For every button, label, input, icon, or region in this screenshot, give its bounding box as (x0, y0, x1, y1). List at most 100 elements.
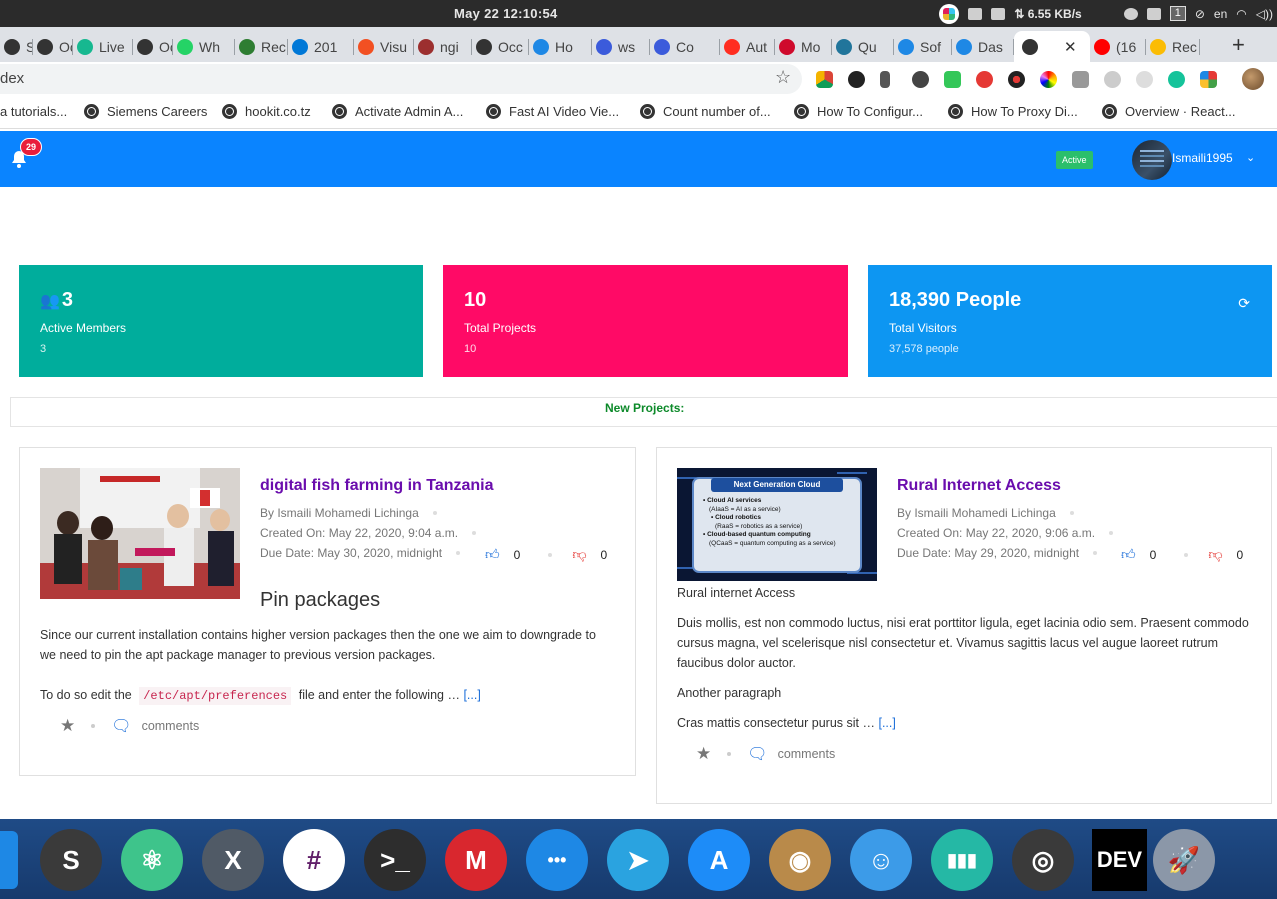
browser-tab[interactable]: ngi (414, 31, 472, 62)
stats-icon[interactable]: ▮▮▮ (931, 829, 993, 891)
thumbs-down-icon[interactable]: 👎︎ (1208, 546, 1222, 563)
bookmark-item[interactable]: hookit.co.tz (222, 104, 311, 119)
profile-avatar[interactable] (1242, 68, 1264, 90)
extension-grid-icon[interactable] (1200, 71, 1217, 88)
terminal-icon[interactable]: >_ (364, 829, 426, 891)
telegram-icon[interactable]: ➤ (607, 829, 669, 891)
bookmark-item[interactable]: Activate Admin A... (332, 104, 463, 119)
comments-link[interactable]: comments (778, 747, 836, 761)
star-icon[interactable]: ★ (696, 744, 711, 764)
project-title-link[interactable]: Rural Internet Access (897, 477, 1061, 495)
browser-tab[interactable]: Rec (235, 31, 288, 62)
comments-icon[interactable]: 🗨︎ (111, 716, 131, 736)
browser-tab[interactable]: Occ (472, 31, 529, 62)
browser-tab[interactable]: Occ (133, 31, 173, 62)
cup-icon[interactable] (1123, 7, 1138, 20)
thumbs-up-icon[interactable]: 👍︎ (485, 546, 500, 563)
speaker-icon[interactable]: ◎ (1012, 829, 1074, 891)
browser-tab[interactable]: Das (952, 31, 1014, 62)
extension-color-icon[interactable] (1040, 71, 1057, 88)
bookmark-item[interactable]: Fast AI Video Vie... (486, 104, 619, 119)
browser-tab[interactable]: Live (73, 31, 133, 62)
extension-chrome-icon[interactable] (816, 71, 833, 88)
star-icon[interactable]: ★ (60, 716, 75, 736)
browser-tab[interactable]: Mo (775, 31, 832, 62)
browser-tab[interactable]: Sele (0, 31, 33, 62)
extension-photo-icon[interactable] (1072, 71, 1089, 88)
refresh-icon[interactable]: ⟳ (1238, 295, 1250, 312)
browser-tab[interactable]: Co (650, 31, 720, 62)
lock-icon[interactable] (991, 7, 1006, 20)
thumbs-down-icon[interactable]: 👎︎ (572, 546, 586, 563)
extension-grammarly-icon[interactable] (1168, 71, 1185, 88)
extension-arrow-icon[interactable] (944, 71, 961, 88)
vscode-dock-icon[interactable] (0, 831, 18, 889)
atom-icon[interactable]: ⚛ (121, 829, 183, 891)
mail-icon[interactable] (968, 7, 983, 20)
huawei-icon (779, 38, 795, 55)
wifi-icon[interactable]: ◠ (1236, 7, 1246, 21)
slack-icon[interactable]: # (283, 829, 345, 891)
project-author[interactable]: By Ismaili Mohamedi Lichinga (897, 506, 1056, 520)
browser-tab[interactable]: 201 (288, 31, 354, 62)
extension-dots-icon[interactable] (1008, 71, 1025, 88)
workspace-indicator[interactable]: 1 (1169, 6, 1186, 21)
project-author[interactable]: By Ismaili Mohamedi Lichinga (260, 506, 419, 520)
close-icon[interactable]: ✕ (1064, 38, 1077, 56)
slack-tray-icon[interactable] (939, 3, 960, 24)
thumbs-up-icon[interactable]: 👍︎ (1121, 546, 1136, 563)
browser-tab[interactable]: Rec (1146, 31, 1200, 62)
extension-download-icon[interactable] (912, 71, 929, 88)
extension-github-icon[interactable] (848, 71, 865, 88)
read-more-link[interactable]: [...] (463, 688, 480, 702)
bookmark-item[interactable]: Overview · React... (1102, 104, 1236, 119)
sublime-icon[interactable]: S (40, 829, 102, 891)
browser-tab[interactable]: Aut (720, 31, 775, 62)
username[interactable]: Ismaili1995 (1172, 151, 1233, 165)
project-title-link[interactable]: digital fish farming in Tanzania (260, 477, 494, 495)
os-clock[interactable]: May 22 12:10:54 (454, 6, 558, 21)
contacts-icon[interactable]: ◉ (769, 829, 831, 891)
volume-icon[interactable]: ◁)) (1256, 7, 1273, 21)
browser-tab[interactable]: Wh (173, 31, 235, 62)
new-tab-button[interactable]: + (1232, 32, 1245, 58)
bookmark-item[interactable]: a tutorials... (0, 104, 67, 119)
chevron-down-icon[interactable]: ⌄ (1246, 151, 1255, 164)
comments-icon[interactable]: 🗨︎ (747, 744, 767, 764)
appstore-icon[interactable]: A (688, 829, 750, 891)
messages-icon[interactable]: ••• (526, 829, 588, 891)
extension-clock-icon[interactable] (1136, 71, 1153, 88)
user-avatar[interactable] (1132, 140, 1172, 180)
finder-icon[interactable]: ☺ (850, 829, 912, 891)
read-more-link[interactable]: [...] (878, 716, 895, 730)
project-thumbnail[interactable] (40, 468, 240, 599)
browser-tab[interactable]: Sof (894, 31, 952, 62)
extension-pin-icon[interactable] (880, 71, 890, 88)
extension-react-icon[interactable] (1104, 71, 1121, 88)
comments-link[interactable]: comments (142, 719, 200, 733)
browser-tab[interactable]: Occ (33, 31, 73, 62)
mega-icon[interactable]: M (445, 829, 507, 891)
bookmark-item[interactable]: Count number of... (640, 104, 771, 119)
camera-icon[interactable] (1146, 7, 1161, 20)
do-not-disturb-icon[interactable]: ⊘ (1195, 7, 1205, 21)
browser-tab[interactable]: Qu (832, 31, 894, 62)
browser-tab[interactable]: Ho (529, 31, 592, 62)
project-thumbnail[interactable]: Next Generation Cloud • Cloud AI service… (677, 468, 877, 581)
browser-tab[interactable]: ws (592, 31, 650, 62)
browser-tab[interactable]: ✕ (1014, 31, 1090, 62)
language-indicator[interactable]: en (1214, 7, 1227, 21)
bookmark-item[interactable]: How To Configur... (794, 104, 923, 119)
bookmark-star-icon[interactable]: ☆ (775, 67, 791, 88)
rocket-icon[interactable]: 🚀 (1153, 829, 1215, 891)
bookmark-item[interactable]: How To Proxy Di... (948, 104, 1078, 119)
address-bar[interactable]: dex (0, 64, 802, 94)
notification-count-badge[interactable]: 29 (20, 138, 43, 156)
extension-red-icon[interactable] (976, 71, 993, 88)
network-speed[interactable]: ⇅ 6.55 KB/s (1014, 7, 1081, 21)
dev-icon[interactable]: DEV (1092, 829, 1147, 891)
browser-tab[interactable]: (16 (1090, 31, 1146, 62)
browser-tab[interactable]: Visu (354, 31, 414, 62)
bookmark-item[interactable]: Siemens Careers (84, 104, 207, 119)
xampp-icon[interactable]: X (202, 829, 264, 891)
